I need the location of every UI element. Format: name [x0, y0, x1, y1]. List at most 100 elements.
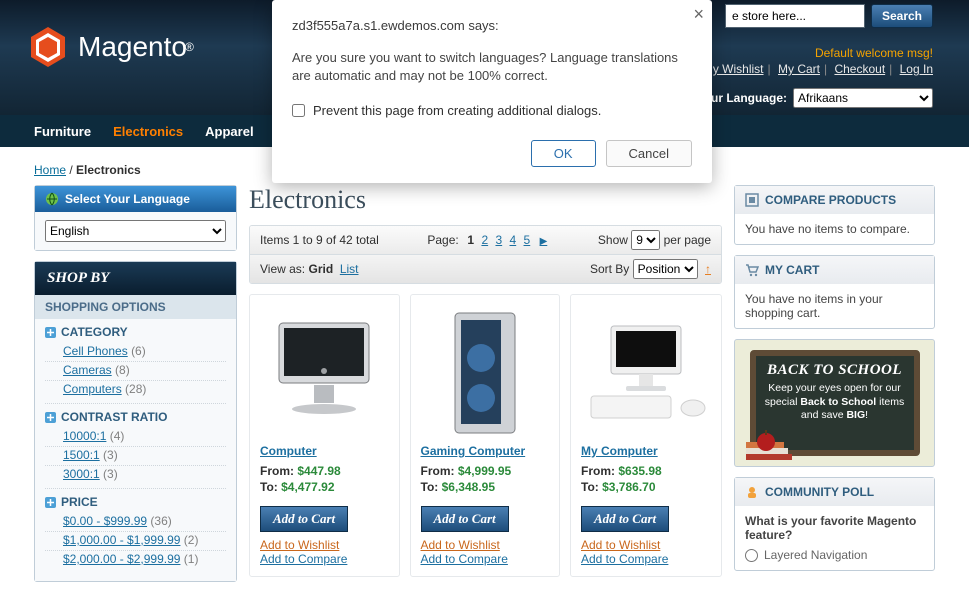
shop-by-header: SHOP BY: [35, 262, 236, 295]
main-column: Electronics Items 1 to 9 of 42 total Pag…: [249, 185, 722, 592]
filter-price-0-999[interactable]: $0.00 - $999.99: [63, 514, 147, 528]
product-image[interactable]: [421, 305, 550, 440]
promo-back-to-school[interactable]: BACK TO SCHOOL Keep your eyes open for o…: [734, 339, 935, 467]
pager-5[interactable]: 5: [524, 233, 531, 247]
add-to-compare[interactable]: Add to Compare: [421, 552, 550, 566]
price-from: $635.98: [618, 464, 661, 478]
left-column: Select Your Language English SHOP BY SHO…: [34, 185, 237, 592]
limiter-select[interactable]: 9: [631, 230, 660, 250]
compare-empty: You have no items to compare.: [735, 214, 934, 244]
globe-icon: [45, 192, 59, 206]
block-compare: COMPARE PRODUCTS You have no items to co…: [734, 185, 935, 245]
toolbar: Items 1 to 9 of 42 total Page: 1 2 3 4 5…: [249, 225, 722, 284]
logo[interactable]: Magento®: [28, 25, 194, 69]
view-grid: Grid: [308, 262, 333, 276]
nav-furniture[interactable]: Furniture: [34, 124, 91, 139]
poll-icon: [745, 485, 759, 499]
close-icon[interactable]: ×: [693, 4, 704, 25]
filter-3000-1[interactable]: 3000:1: [63, 467, 100, 481]
product-image[interactable]: [581, 305, 711, 440]
block-select-language: Select Your Language English: [34, 185, 237, 251]
block-shop-by: SHOP BY SHOPPING OPTIONS CATEGORY Cell P…: [34, 261, 237, 582]
price-to: $6,348.95: [442, 480, 495, 494]
sort-select[interactable]: Position: [633, 259, 698, 279]
link-checkout[interactable]: Checkout: [834, 62, 885, 76]
pager-current: 1: [467, 233, 474, 247]
search-form: Search: [725, 4, 933, 28]
pager: Page: 1 2 3 4 5 ▶: [427, 233, 549, 247]
logo-reg: ®: [185, 40, 194, 54]
poll-question: What is your favorite Magento feature?: [745, 514, 924, 542]
add-to-compare[interactable]: Add to Compare: [260, 552, 389, 566]
filter-cell-phones[interactable]: Cell Phones: [63, 344, 128, 358]
limiter: Show 9 per page: [598, 230, 711, 250]
ok-button[interactable]: OK: [531, 140, 596, 167]
filter-1500-1[interactable]: 1500:1: [63, 448, 100, 462]
pager-2[interactable]: 2: [481, 233, 488, 247]
price-from: $447.98: [297, 464, 340, 478]
dialog-suppress-checkbox[interactable]: [292, 104, 305, 117]
pager-amount: Items 1 to 9 of 42 total: [260, 233, 379, 247]
cart-empty: You have no items in your shopping cart.: [735, 284, 934, 328]
product-card: My Computer From: $635.98 To: $3,786.70 …: [570, 294, 722, 577]
link-my-cart[interactable]: My Cart: [778, 62, 820, 76]
nav-electronics[interactable]: Electronics: [113, 124, 183, 139]
dialog-host: zd3f555a7a.s1.ewdemos.com says:: [292, 18, 692, 33]
poll-radio[interactable]: [745, 549, 758, 562]
link-login[interactable]: Log In: [900, 62, 933, 76]
product-name[interactable]: Computer: [260, 444, 389, 458]
filter-cameras[interactable]: Cameras: [63, 363, 112, 377]
filter-price-1000-1999[interactable]: $1,000.00 - $1,999.99: [63, 533, 180, 547]
pager-next-icon[interactable]: ▶: [540, 236, 548, 247]
add-to-cart-button[interactable]: Add to Cart: [581, 506, 669, 532]
header-language-label: ur Language:: [711, 91, 787, 105]
price-to: $4,477.92: [281, 480, 334, 494]
add-to-compare[interactable]: Add to Compare: [581, 552, 711, 566]
cart-icon: [745, 263, 759, 277]
view-list[interactable]: List: [340, 262, 359, 276]
product-image[interactable]: [260, 305, 389, 440]
nav-apparel[interactable]: Apparel: [205, 124, 253, 139]
add-to-cart-button[interactable]: Add to Cart: [260, 506, 348, 532]
dialog-suppress[interactable]: Prevent this page from creating addition…: [292, 103, 692, 118]
promo-title: BACK TO SCHOOL: [764, 362, 906, 379]
search-button[interactable]: Search: [871, 4, 933, 28]
price-from: $4,999.95: [458, 464, 511, 478]
block-cart: MY CART You have no items in your shoppi…: [734, 255, 935, 329]
view-mode: View as: Grid List: [260, 262, 359, 276]
header-language-switcher: ur Language: Afrikaans: [711, 88, 933, 108]
filter-computers[interactable]: Computers: [63, 382, 122, 396]
filter-price-2000-2999[interactable]: $2,000.00 - $2,999.99: [63, 552, 180, 566]
add-to-wishlist[interactable]: Add to Wishlist: [260, 538, 389, 552]
header-language-select[interactable]: Afrikaans: [793, 88, 933, 108]
plus-icon: [45, 497, 56, 508]
filter-group-category: CATEGORY: [45, 319, 226, 343]
welcome-message: Default welcome msg!: [815, 46, 933, 60]
add-to-wishlist[interactable]: Add to Wishlist: [421, 538, 550, 552]
add-to-cart-button[interactable]: Add to Cart: [421, 506, 509, 532]
sort-direction-icon[interactable]: ↑: [705, 262, 711, 276]
magento-logo-icon: [28, 25, 68, 69]
product-name[interactable]: My Computer: [581, 444, 711, 458]
pager-3[interactable]: 3: [495, 233, 502, 247]
left-language-select[interactable]: English: [45, 220, 226, 242]
filter-10000-1[interactable]: 10000:1: [63, 429, 106, 443]
sorter: Sort By Position ↑: [590, 259, 711, 279]
block-poll: COMMUNITY POLL What is your favorite Mag…: [734, 477, 935, 571]
pager-4[interactable]: 4: [510, 233, 517, 247]
logo-text: Magento: [78, 31, 187, 62]
breadcrumb-home[interactable]: Home: [34, 163, 66, 177]
shopping-options-subheader: SHOPPING OPTIONS: [35, 295, 236, 319]
poll-option[interactable]: Layered Navigation: [745, 548, 924, 562]
cancel-button[interactable]: Cancel: [606, 140, 692, 167]
filter-group-price: PRICE: [45, 489, 226, 513]
js-confirm-dialog: × zd3f555a7a.s1.ewdemos.com says: Are yo…: [272, 0, 712, 183]
promo-copy: Keep your eyes open for our special Back…: [764, 382, 906, 423]
compare-icon: [745, 193, 759, 207]
add-to-wishlist[interactable]: Add to Wishlist: [581, 538, 711, 552]
page-title: Electronics: [249, 185, 722, 215]
filter-group-contrast-ratio: CONTRAST RATIO: [45, 404, 226, 428]
product-name[interactable]: Gaming Computer: [421, 444, 550, 458]
block-select-language-header: Select Your Language: [35, 186, 236, 212]
search-input[interactable]: [725, 4, 865, 28]
